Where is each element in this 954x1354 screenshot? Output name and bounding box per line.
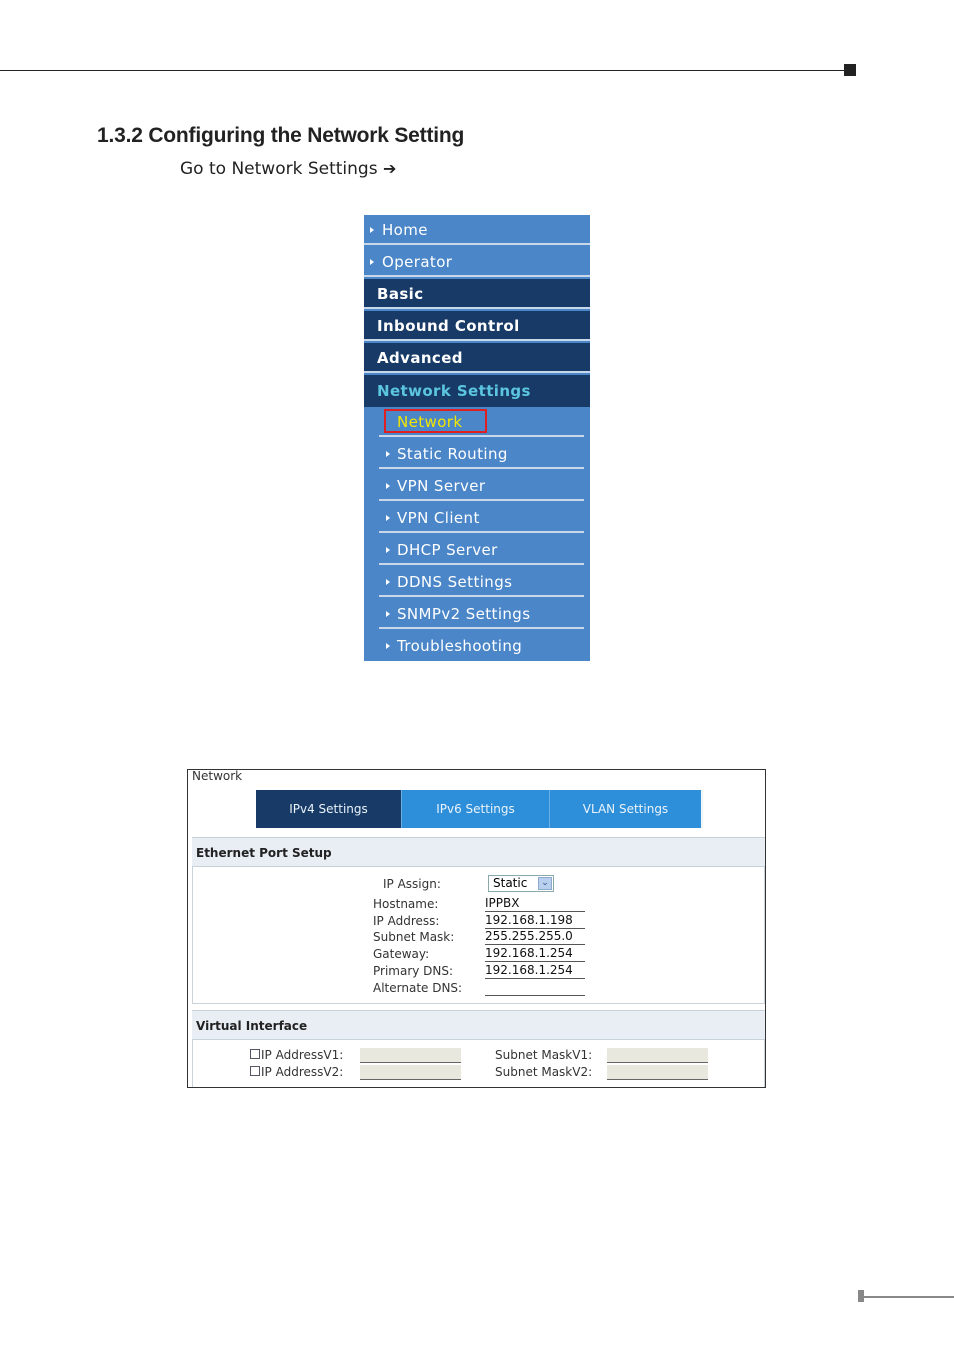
submenu-item-vpn-server[interactable]: VPN Server [379, 471, 584, 501]
header-rule [0, 70, 850, 71]
mask-v2-label: Subnet MaskV2: [495, 1065, 593, 1079]
submenu-item-troubleshooting[interactable]: Troubleshooting [379, 631, 584, 661]
menu-section-inbound-control[interactable]: Inbound Control [364, 311, 590, 341]
submenu-item-label: DHCP Server [397, 541, 498, 559]
menu-section-advanced[interactable]: Advanced [364, 343, 590, 373]
caret-right-icon [386, 515, 390, 521]
section-heading: 1.3.2 Configuring the Network Setting [97, 124, 465, 147]
gateway-label: Gateway: [373, 947, 430, 961]
ip-assign-label: IP Assign: [383, 877, 441, 891]
submenu-item-dhcp-server[interactable]: DHCP Server [379, 535, 584, 565]
submenu-item-network[interactable]: Network [379, 407, 584, 437]
caret-right-icon [370, 227, 374, 233]
hostname-field[interactable]: IPPBX [485, 896, 585, 912]
virtual-section-header: Virtual Interface [192, 1010, 765, 1040]
submenu-item-snmpv2-settings[interactable]: SNMPv2 Settings [379, 599, 584, 629]
ethernet-section-title: Ethernet Port Setup [196, 846, 332, 860]
arrow-right-icon: ➔ [382, 159, 397, 178]
primary-dns-field[interactable]: 192.168.1.254 [485, 963, 585, 979]
menu-item-home[interactable]: Home [364, 215, 590, 245]
menu-section-basic[interactable]: Basic [364, 279, 590, 309]
ethernet-section-header: Ethernet Port Setup [192, 837, 765, 867]
caret-right-icon [386, 611, 390, 617]
footer-marker [858, 1290, 864, 1302]
submenu-item-label: Troubleshooting [397, 637, 523, 655]
menu-item-label: Inbound Control [377, 317, 520, 335]
caret-right-icon [386, 579, 390, 585]
footer-rule [862, 1296, 954, 1298]
caret-right-icon [386, 547, 390, 553]
virtual-section-body: IP AddressV1: Subnet MaskV1: IP AddressV… [192, 1040, 765, 1087]
virtual-section-title: Virtual Interface [196, 1019, 308, 1033]
submenu-item-label: Static Routing [397, 445, 508, 463]
gateway-field[interactable]: 192.168.1.254 [485, 946, 585, 962]
primary-dns-label: Primary DNS: [373, 964, 454, 978]
alternate-dns-label: Alternate DNS: [373, 981, 463, 995]
ip-v2-checkbox[interactable] [250, 1066, 260, 1076]
ip-v2-label: IP AddressV2: [261, 1065, 344, 1079]
mask-v1-input[interactable] [607, 1048, 708, 1063]
menu-item-operator[interactable]: Operator [364, 247, 590, 277]
submenu-item-vpn-client[interactable]: VPN Client [379, 503, 584, 533]
alternate-dns-field[interactable] [485, 980, 585, 996]
submenu-item-static-routing[interactable]: Static Routing [379, 439, 584, 469]
settings-tabs: IPv4 Settings IPv6 Settings VLAN Setting… [256, 790, 703, 828]
ip-assign-value: Static [493, 876, 528, 890]
instruction-label: Go to Network Settings [180, 159, 378, 179]
menu-item-label: Home [382, 221, 428, 239]
menu-item-label: Advanced [377, 349, 463, 367]
caret-right-icon [386, 451, 390, 457]
caret-right-icon [386, 483, 390, 489]
header-marker [844, 64, 856, 76]
network-panel: Network IPv4 Settings IPv6 Settings VLAN… [187, 769, 766, 1088]
menu-item-label: Basic [377, 285, 424, 303]
menu-item-label: Operator [382, 253, 453, 271]
chevron-down-icon: ⌄ [538, 877, 552, 890]
tab-ipv4-settings[interactable]: IPv4 Settings [256, 790, 401, 828]
ip-v1-label: IP AddressV1: [261, 1048, 344, 1062]
tab-ipv6-settings[interactable]: IPv6 Settings [401, 790, 549, 828]
ip-v2-input[interactable] [360, 1065, 461, 1080]
caret-right-icon [370, 259, 374, 265]
submenu-item-label: SNMPv2 Settings [397, 605, 531, 623]
hostname-label: Hostname: [373, 897, 439, 911]
submenu-item-label: DDNS Settings [397, 573, 513, 591]
ip-address-field[interactable]: 192.168.1.198 [485, 913, 585, 929]
nav-menu: Home Operator Basic Inbound Control Adva… [364, 215, 590, 661]
panel-title: Network [192, 769, 243, 783]
submenu-item-label: Network [397, 413, 463, 431]
ip-assign-select[interactable]: Static ⌄ [488, 875, 554, 892]
mask-v1-label: Subnet MaskV1: [495, 1048, 593, 1062]
instruction-text: Go to Network Settings ➔ [180, 159, 396, 179]
subnet-mask-field[interactable]: 255.255.255.0 [485, 929, 585, 945]
submenu-item-label: VPN Client [397, 509, 480, 527]
tab-vlan-settings[interactable]: VLAN Settings [549, 790, 701, 828]
ethernet-section-body: IP Assign: Static ⌄ Hostname: IPPBX IP A… [192, 867, 765, 1004]
ip-v1-input[interactable] [360, 1048, 461, 1063]
menu-item-label: Network Settings [377, 382, 531, 400]
subnet-mask-label: Subnet Mask: [373, 930, 455, 944]
submenu-item-label: VPN Server [397, 477, 486, 495]
ip-address-label: IP Address: [373, 914, 440, 928]
submenu-item-ddns-settings[interactable]: DDNS Settings [379, 567, 584, 597]
menu-section-network-settings[interactable]: Network Settings [364, 375, 590, 407]
mask-v2-input[interactable] [607, 1065, 708, 1080]
caret-right-icon [386, 643, 390, 649]
ip-v1-checkbox[interactable] [250, 1049, 260, 1059]
